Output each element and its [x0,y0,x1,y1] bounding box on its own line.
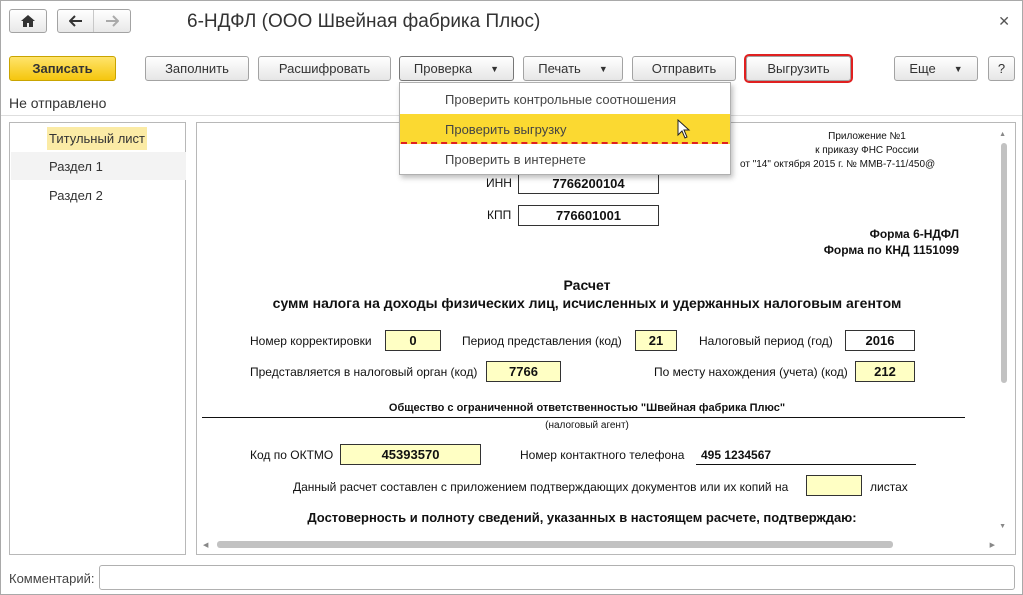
chevron-down-icon: ▼ [490,63,500,74]
phone-label: Номер контактного телефона [520,448,685,462]
scroll-right-icon[interactable]: ▶ [990,541,995,549]
period-label: Период представления (код) [462,334,622,348]
more-label: Еще [909,61,936,76]
sections-panel: Титульный лист Раздел 1 Раздел 2 [9,122,186,555]
appendix-line-1: Приложение №1 [828,131,906,142]
send-button[interactable]: Отправить [632,56,736,81]
agent-caption: (налоговый агент) [545,420,629,431]
tax-period-label: Налоговый период (год) [699,334,833,348]
kpp-label: КПП [487,208,512,222]
menu-item-check-online[interactable]: Проверить в интернете [400,144,730,174]
nav-buttons [57,9,131,33]
tax-period-field[interactable]: 2016 [845,330,915,351]
section-item-title-page[interactable]: Титульный лист [11,124,186,152]
inn-field[interactable]: 7766200104 [518,173,659,194]
scroll-left-icon[interactable]: ◀ [203,541,208,549]
comment-label: Комментарий: [9,571,95,586]
section-label: Раздел 1 [49,159,103,174]
chevron-down-icon: ▼ [598,63,608,74]
pages-text: Данный расчет составлен с приложением по… [293,480,789,494]
oktmo-label: Код по ОКТМО [250,448,334,462]
pages-field[interactable] [806,475,862,496]
section-label: Титульный лист [47,127,148,150]
menu-item-label: Проверить выгрузку [445,122,567,137]
comment-input[interactable] [99,565,1015,590]
form-name: Форма 6-НДФЛ [869,227,959,241]
close-icon[interactable]: ✕ [998,13,1010,30]
decode-button[interactable]: Расшифровать [258,56,391,81]
report-document: Приложение №1 к приказу ФНС России от "1… [196,122,1016,555]
section-label: Раздел 2 [49,188,103,203]
oktmo-field[interactable]: 45393570 [340,444,481,465]
fill-button[interactable]: Заполнить [145,56,249,81]
window-title: 6-НДФЛ (ООО Швейная фабрика Плюс) [187,11,541,32]
menu-item-label: Проверить в интернете [445,152,586,167]
period-field[interactable]: 21 [635,330,677,351]
send-status: Не отправлено [9,95,107,111]
correction-field[interactable]: 0 [385,330,441,351]
pages-suffix: листах [870,480,908,494]
agent-name: Общество с ограниченной ответственностью… [388,402,786,414]
home-icon [21,15,35,27]
appendix-line-3: от "14" октября 2015 г. № ММВ-7-11/450@ [740,159,936,170]
vertical-scrollbar[interactable] [1001,143,1007,383]
location-field[interactable]: 212 [855,361,915,382]
calc-subtitle: сумм налога на доходы физических лиц, ис… [272,295,902,311]
authority-field[interactable]: 7766 [486,361,561,382]
forward-button[interactable] [94,10,130,32]
location-label: По месту нахождения (учета) (код) [654,365,848,379]
appendix-line-2: к приказу ФНС России [815,145,919,156]
more-dropdown-button[interactable]: Еще ▼ [894,56,978,81]
authority-label: Представляется в налоговый орган (код) [250,365,478,379]
inn-label: ИНН [486,176,512,190]
report-window: 6-НДФЛ (ООО Швейная фабрика Плюс) ✕ Запи… [0,0,1023,595]
save-button[interactable]: Записать [9,56,116,81]
horizontal-scrollbar[interactable] [217,541,893,548]
back-button[interactable] [58,10,94,32]
agent-underline [202,417,965,418]
help-button[interactable]: ? [988,56,1015,81]
check-dropdown-button[interactable]: Проверка ▼ [399,56,514,81]
correction-label: Номер корректировки [250,334,372,348]
section-item-1[interactable]: Раздел 1 [11,152,186,180]
phone-underline [696,464,916,465]
arrow-right-icon [106,15,119,27]
menu-item-label: Проверить контрольные соотношения [445,92,677,107]
confirm-text: Достоверность и полноту сведений, указан… [307,510,857,525]
section-item-2[interactable]: Раздел 2 [11,181,186,209]
home-button[interactable] [9,9,47,33]
phone-field[interactable]: 495 1234567 [701,448,771,462]
form-knd: Форма по КНД 1151099 [823,243,959,257]
kpp-field[interactable]: 776601001 [518,205,659,226]
scroll-down-icon[interactable]: ▼ [999,523,1006,530]
print-dropdown-button[interactable]: Печать ▼ [523,56,623,81]
upload-button[interactable]: Выгрузить [744,54,853,83]
print-label: Печать [538,61,581,76]
scroll-up-icon[interactable]: ▲ [999,131,1006,138]
calc-title: Расчет [563,277,611,293]
menu-item-check-ratios[interactable]: Проверить контрольные соотношения [400,84,730,114]
chevron-down-icon: ▼ [953,63,963,74]
check-label: Проверка [413,61,473,76]
mouse-cursor-icon [677,119,691,139]
arrow-left-icon [68,15,82,27]
